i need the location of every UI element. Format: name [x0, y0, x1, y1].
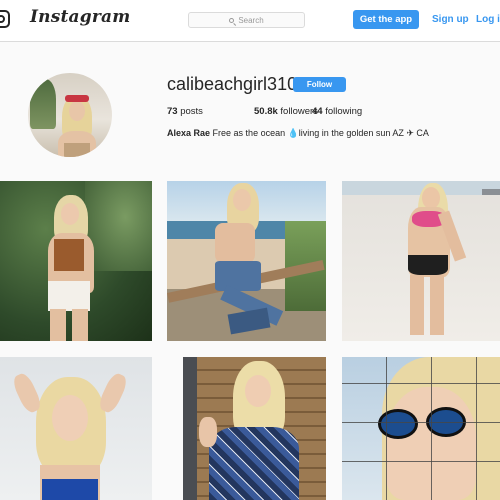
following-count: 44: [312, 106, 323, 117]
instagram-camera-icon[interactable]: [0, 10, 10, 28]
posts-grid: [0, 181, 500, 500]
post-thumbnail[interactable]: [167, 181, 326, 341]
posts-stat: 73 posts: [167, 106, 203, 117]
posts-label: posts: [180, 106, 203, 117]
post-thumbnail[interactable]: [0, 357, 152, 500]
search-input[interactable]: Search: [188, 12, 305, 28]
followers-stat[interactable]: 50.8k followers: [254, 106, 318, 117]
profile-bio: Alexa Rae Free as the ocean 💧living in t…: [167, 128, 429, 139]
profile-username: calibeachgirl310: [167, 74, 298, 94]
post-thumbnail[interactable]: [0, 181, 152, 341]
post-thumbnail[interactable]: [183, 357, 326, 500]
profile-bio-text: Free as the ocean 💧living in the golden …: [212, 128, 429, 138]
search-placeholder: Search: [238, 15, 264, 25]
get-the-app-button[interactable]: Get the app: [353, 10, 419, 29]
search-icon: [229, 17, 235, 23]
profile-full-name: Alexa Rae: [167, 128, 211, 138]
followers-count: 50.8k: [254, 106, 278, 117]
top-navigation-bar: Instagram Search Get the app Sign up Log…: [0, 0, 500, 42]
instagram-wordmark[interactable]: Instagram: [30, 7, 130, 27]
following-label: following: [325, 106, 363, 117]
profile-avatar[interactable]: [28, 73, 112, 157]
posts-count: 73: [167, 106, 178, 117]
following-stat[interactable]: 44 following: [312, 106, 362, 117]
post-thumbnail[interactable]: [342, 357, 500, 500]
sign-up-link[interactable]: Sign up: [432, 14, 469, 25]
log-in-link[interactable]: Log in: [476, 14, 500, 25]
follow-button[interactable]: Follow: [293, 77, 346, 92]
post-thumbnail[interactable]: [342, 181, 500, 341]
